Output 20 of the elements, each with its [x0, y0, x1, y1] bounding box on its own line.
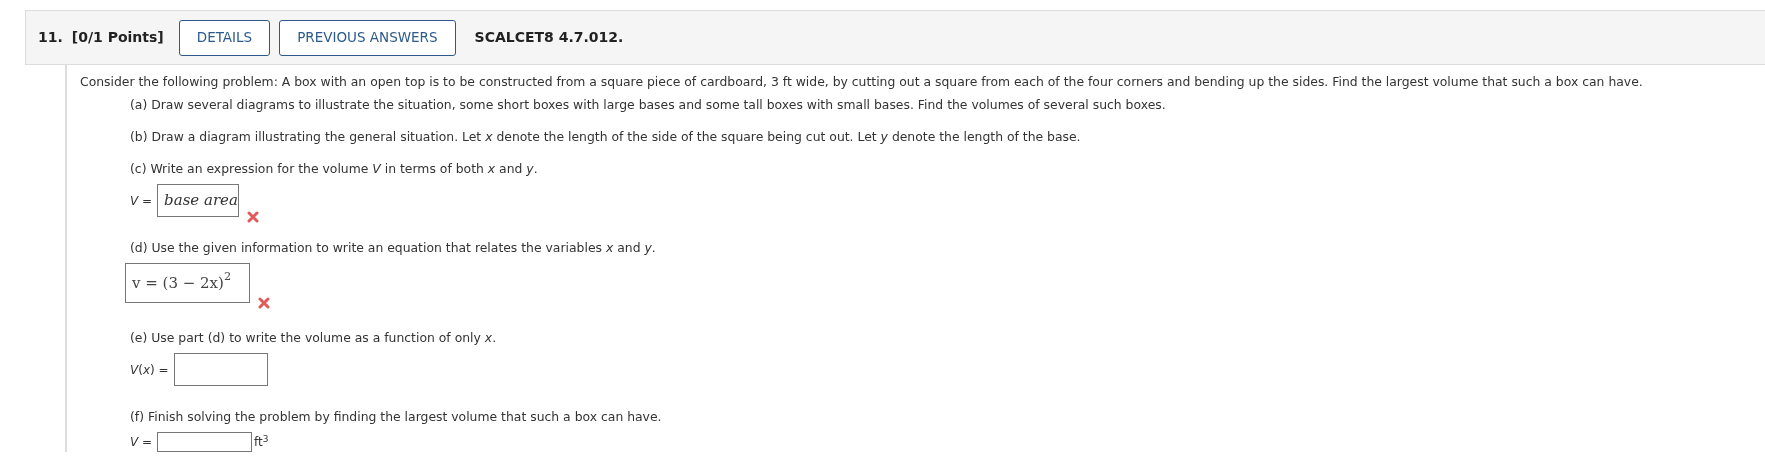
- unit-label: ft$^{3}$: [254, 433, 269, 451]
- part-prompt: (f) Finish solving the problem by finding the largest volume that such a box can have.: [130, 408, 663, 426]
- part-prompt: (e) Use part (d) to write the volume as a function of only x.: [130, 329, 498, 347]
- answer-label: V =: [130, 434, 153, 451]
- points-label: [0/1 Points]: [71, 28, 164, 47]
- answer-field[interactable]: [173, 353, 268, 386]
- part-prompt: (a) Draw several diagrams to illustrate the situation, some short boxes with large bases and some tall boxes with small bases. Find the volumes of several such boxes.: [130, 96, 1167, 114]
- answer-label: V(x) =: [130, 361, 169, 379]
- part-prompt: (c) Write an expression for the volume V in terms of both x and y.: [130, 160, 539, 178]
- header-button[interactable]: PREVIOUS ANSWERS: [279, 19, 456, 56]
- answer-field[interactable]: [157, 432, 253, 452]
- part-prompt: (d) Use the given information to write an equation that relates the variables x and y.: [130, 239, 657, 257]
- header-button[interactable]: DETAILS: [178, 19, 271, 56]
- answer-label: V =: [130, 192, 153, 210]
- question-number: 11.: [38, 28, 63, 47]
- problem-statement: Consider the following problem: A box with an open top is to be constructed from a square piece of cardboard, 3 ft wide, by cutting out a square from each of the four corners and bending up the sides. Find the largest volume that such a box can have.: [80, 73, 1644, 91]
- answer-field[interactable]: v = (3 − 2x)$^{2}$: [125, 263, 250, 303]
- reference-code: SCALCET8 4.7.012.: [474, 28, 624, 47]
- answer-field[interactable]: base area: [157, 184, 240, 217]
- part-prompt: (b) Draw a diagram illustrating the general situation. Let x denote the length of the side of the square being cut out. Let y denote the length of the base.: [130, 128, 1082, 146]
